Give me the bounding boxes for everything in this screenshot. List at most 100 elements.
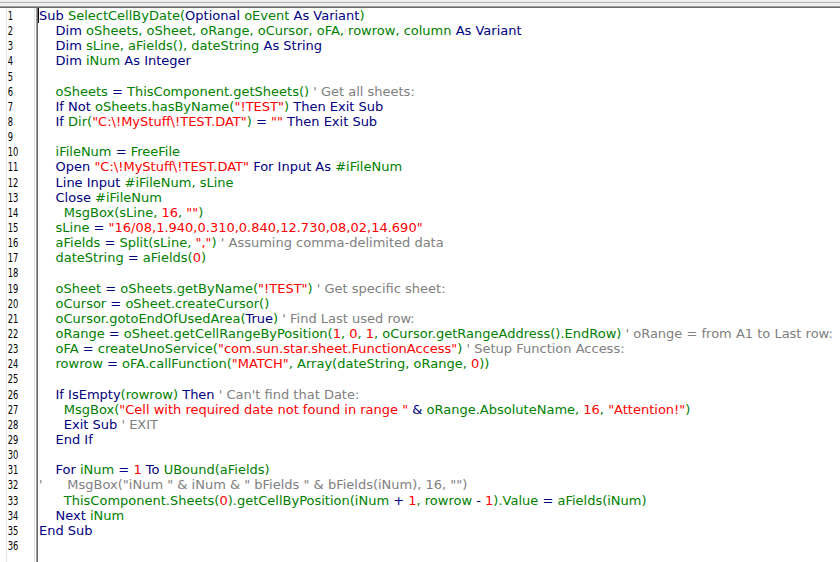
- token-keyword[interactable]: End If: [39, 432, 93, 447]
- token-identifier[interactable]: oSheet.getCellRangeByPosition(: [120, 326, 333, 341]
- token-identifier[interactable]: #iFileNum: [95, 190, 162, 205]
- token-identifier[interactable]: aFields: [39, 235, 104, 250]
- token-identifier[interactable]: iNum: [86, 53, 124, 68]
- token-literal[interactable]: "!TEST": [234, 99, 284, 114]
- token-identifier[interactable]: iFileNum: [39, 144, 116, 159]
- token-keyword[interactable]: =: [104, 235, 115, 250]
- token-keyword[interactable]: =: [83, 341, 94, 356]
- token-keyword[interactable]: Then Exit Sub: [287, 114, 377, 129]
- token-identifier[interactable]: SelectCellByDate(: [68, 8, 185, 23]
- token-literal[interactable]: "Cell with required date not found in ra…: [119, 402, 412, 417]
- token-keyword[interactable]: Dim: [39, 53, 86, 68]
- code-line-19[interactable]: oSheet = oSheets.getByName("!TEST") ' Ge…: [38, 281, 840, 296]
- token-keyword[interactable]: Dim: [39, 38, 86, 53]
- token-identifier[interactable]: ): [212, 235, 221, 250]
- token-identifier[interactable]: )): [479, 356, 489, 371]
- token-identifier[interactable]: iNum: [90, 508, 124, 523]
- code-line-10[interactable]: iFileNum = FreeFile: [38, 144, 840, 159]
- code-line-21[interactable]: oCursor.gotoEndOfUsedArea(True) ' Find L…: [38, 311, 840, 326]
- code-line-7[interactable]: If Not oSheets.hasByName("!TEST") Then E…: [38, 99, 840, 114]
- token-identifier[interactable]: oRange.AbsoluteName,: [427, 402, 584, 417]
- code-line-22[interactable]: oRange = oSheet.getCellRangeByPosition(1…: [38, 326, 840, 341]
- token-comment[interactable]: ' Get all sheets:: [313, 84, 415, 99]
- token-identifier[interactable]: oEvent: [240, 8, 293, 23]
- code-line-3[interactable]: Dim sLine, aFields(), dateString As Stri…: [38, 38, 840, 53]
- token-comment[interactable]: ' MsgBox("iNum " & iNum & " bFields " & …: [39, 477, 467, 492]
- token-identifier[interactable]: oSheets: [39, 84, 112, 99]
- token-keyword[interactable]: Line Input: [39, 175, 125, 190]
- code-line-24[interactable]: rowrow = oFA.callFunction("MATCH", Array…: [38, 356, 840, 371]
- token-literal[interactable]: "Attention!": [608, 402, 685, 417]
- token-identifier[interactable]: ): [457, 341, 466, 356]
- token-identifier[interactable]: ,: [341, 326, 349, 341]
- token-identifier[interactable]: dateString: [39, 250, 128, 265]
- token-keyword[interactable]: As Integer: [124, 53, 191, 68]
- token-keyword[interactable]: For: [39, 462, 80, 477]
- token-keyword[interactable]: Close: [39, 190, 95, 205]
- code-line-16[interactable]: aFields = Split(sLine, ",") ' Assuming c…: [38, 235, 840, 250]
- token-keyword[interactable]: =: [105, 281, 116, 296]
- token-identifier[interactable]: ).getCellByPosition(iNum: [228, 493, 394, 508]
- token-identifier[interactable]: ): [284, 99, 293, 114]
- code-line-30[interactable]: [38, 447, 840, 462]
- token-identifier[interactable]: ): [359, 8, 364, 23]
- token-identifier[interactable]: ).Value: [493, 493, 542, 508]
- token-comment[interactable]: ' Setup Function Access:: [467, 341, 625, 356]
- token-identifier[interactable]: oSheet: [39, 281, 105, 296]
- code-line-2[interactable]: Dim oSheets, oSheet, oRange, oCursor, oF…: [38, 23, 840, 38]
- token-identifier[interactable]: , oCursor.getRangeAddress().EndRow): [374, 326, 625, 341]
- token-keyword[interactable]: If: [39, 114, 68, 129]
- code-line-1[interactable]: Sub SelectCellByDate(Optional oEvent As …: [38, 8, 840, 23]
- code-line-15[interactable]: sLine = "16/08,1.940,0.310,0.840,12.730,…: [38, 220, 840, 235]
- token-identifier[interactable]: createUnoService(: [94, 341, 218, 356]
- token-identifier[interactable]: , Array(dateString, oRange,: [289, 356, 471, 371]
- code-line-14[interactable]: MsgBox(sLine, 16, ""): [38, 205, 840, 220]
- token-keyword[interactable]: Then Exit Sub: [293, 99, 383, 114]
- code-line-34[interactable]: Next iNum: [38, 508, 840, 523]
- token-comment[interactable]: ' Assuming comma-delimited data: [221, 235, 444, 250]
- code-line-28[interactable]: Exit Sub ' EXIT: [38, 417, 840, 432]
- token-keyword[interactable]: =: [109, 326, 120, 341]
- code-line-11[interactable]: Open "C:\!MyStuff\!TEST.DAT" For Input A…: [38, 159, 840, 174]
- token-keyword[interactable]: =: [256, 114, 271, 129]
- token-literal[interactable]: "!TEST": [258, 281, 308, 296]
- token-identifier[interactable]: , rowrow: [417, 493, 477, 508]
- token-identifier[interactable]: UBound(aFields): [164, 462, 270, 477]
- token-keyword[interactable]: =: [118, 462, 133, 477]
- token-keyword[interactable]: As Variant: [294, 8, 360, 23]
- token-identifier[interactable]: ): [198, 205, 203, 220]
- token-literal[interactable]: "com.sun.star.sheet.FunctionAccess": [218, 341, 457, 356]
- token-identifier[interactable]: Dir(: [68, 114, 92, 129]
- token-identifier[interactable]: (rowrow): [121, 387, 183, 402]
- token-identifier[interactable]: oSheets, oSheet, oRange, oCursor, oFA, r…: [86, 23, 456, 38]
- token-identifier[interactable]: ThisComponent.Sheets(: [39, 493, 219, 508]
- code-line-18[interactable]: [38, 265, 840, 280]
- code-line-31[interactable]: For iNum = 1 To UBound(aFields): [38, 462, 840, 477]
- code-line-4[interactable]: Dim iNum As Integer: [38, 53, 840, 68]
- token-keyword[interactable]: =: [94, 220, 105, 235]
- code-line-12[interactable]: Line Input #iFileNum, sLine: [38, 175, 840, 190]
- token-keyword[interactable]: =: [107, 356, 118, 371]
- token-identifier[interactable]: ,: [178, 205, 186, 220]
- token-comment[interactable]: ' Find Last used row:: [282, 311, 414, 326]
- token-literal[interactable]: 1: [408, 493, 416, 508]
- code-line-17[interactable]: dateString = aFields(0): [38, 250, 840, 265]
- code-line-32[interactable]: ' MsgBox("iNum " & iNum & " bFields " & …: [38, 477, 840, 492]
- token-identifier[interactable]: oFA: [39, 341, 83, 356]
- token-keyword[interactable]: +: [393, 493, 404, 508]
- token-literal[interactable]: 0: [349, 326, 357, 341]
- token-literal[interactable]: "": [186, 205, 198, 220]
- token-identifier[interactable]: ): [201, 250, 206, 265]
- token-literal[interactable]: "MATCH": [232, 356, 289, 371]
- token-comment[interactable]: ' oRange = from A1 to Last row:: [626, 326, 833, 341]
- code-line-20[interactable]: oCursor = oSheet.createCursor(): [38, 296, 840, 311]
- token-identifier[interactable]: rowrow: [39, 356, 107, 371]
- token-identifier[interactable]: #iFileNum: [335, 159, 402, 174]
- token-literal[interactable]: 1: [333, 326, 341, 341]
- token-identifier[interactable]: #iFileNum, sLine: [125, 175, 234, 190]
- token-comment[interactable]: ' Get specific sheet:: [317, 281, 446, 296]
- token-keyword[interactable]: =: [110, 296, 121, 311]
- code-line-36[interactable]: [38, 538, 840, 553]
- token-literal[interactable]: "C:\!MyStuff\!TEST.DAT": [92, 114, 247, 129]
- token-identifier[interactable]: sLine, aFields(), dateString: [86, 38, 264, 53]
